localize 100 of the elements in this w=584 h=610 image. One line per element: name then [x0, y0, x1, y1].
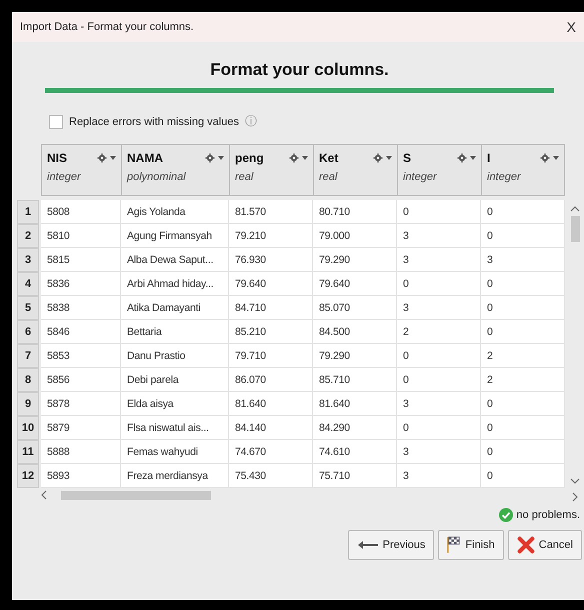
table-cell: 84.290	[313, 416, 397, 440]
scroll-up-icon[interactable]	[570, 206, 580, 212]
table-cell: 2	[481, 368, 565, 392]
table-cell: 75.430	[229, 464, 313, 488]
gear-icon[interactable]	[373, 153, 393, 163]
gear-icon[interactable]	[457, 153, 477, 163]
table-cell: 3	[397, 248, 481, 272]
table-cell: 3	[397, 440, 481, 464]
table-cell: 79.640	[229, 272, 313, 296]
finish-button[interactable]: Finish	[438, 530, 504, 560]
table-cell: 80.710	[313, 200, 397, 224]
scroll-right-icon[interactable]	[572, 492, 578, 502]
table-cell: 0	[481, 392, 565, 416]
table-cell: 79.640	[313, 272, 397, 296]
table-cell: 5838	[41, 296, 121, 320]
table-cell: 0	[481, 416, 565, 440]
checkbox[interactable]	[49, 114, 63, 128]
table-cell: 5836	[41, 272, 121, 296]
table-cell: Atika Damayanti	[121, 296, 229, 320]
table-cell: 0	[397, 200, 481, 224]
row-number: 6	[17, 320, 39, 344]
table-cell: 5878	[41, 392, 121, 416]
gear-icon[interactable]	[289, 153, 309, 163]
scroll-thumb[interactable]	[61, 490, 211, 500]
table-cell: 85.210	[229, 320, 313, 344]
table-cell: 81.570	[229, 200, 313, 224]
table-cell: 0	[481, 320, 565, 344]
table-cell: 0	[481, 272, 565, 296]
table-cell: 76.930	[229, 248, 313, 272]
table-cell: 85.070	[313, 296, 397, 320]
table-cell: 5808	[41, 200, 121, 224]
row-number: 9	[17, 392, 39, 416]
column-header[interactable]: NAMA polynominal	[121, 144, 229, 196]
cross-icon	[516, 536, 535, 554]
table-cell: 74.610	[313, 440, 397, 464]
table-cell: 79.000	[313, 224, 397, 248]
column-name: peng	[235, 151, 264, 165]
table-cell: 5853	[41, 344, 121, 368]
table-cell: 81.640	[313, 392, 397, 416]
table-cell: 0	[481, 440, 565, 464]
row-number: 11	[17, 440, 39, 464]
table-cell: Danu Prastio	[121, 344, 229, 368]
table-cell: 84.710	[229, 296, 313, 320]
table-cell: 2	[481, 344, 565, 368]
column-name: NIS	[47, 151, 68, 165]
row-number: 2	[17, 224, 39, 248]
table-cell: 5879	[41, 416, 121, 440]
table-cell: 5846	[41, 320, 121, 344]
table-cell: 0	[481, 296, 565, 320]
gear-icon[interactable]	[205, 153, 225, 163]
close-button[interactable]: X	[564, 19, 578, 35]
scroll-down-icon[interactable]	[570, 478, 580, 484]
column-type: integer	[487, 171, 522, 183]
row-number: 1	[17, 200, 39, 224]
scroll-left-icon[interactable]	[41, 490, 47, 500]
table-cell: Agung Firmansyah	[121, 224, 229, 248]
table-cell: Arbi Ahmad hiday...	[121, 272, 229, 296]
table-cell: 79.290	[313, 344, 397, 368]
table-cell: 5888	[41, 440, 121, 464]
column-type: integer	[403, 171, 438, 183]
table-cell: Elda aisya	[121, 392, 229, 416]
row-number: 12	[17, 464, 39, 488]
table-cell: 3	[397, 464, 481, 488]
row-number: 4	[17, 272, 39, 296]
table-cell: 3	[397, 296, 481, 320]
cancel-button[interactable]: Cancel	[508, 530, 582, 560]
column-header[interactable]: peng real	[229, 144, 313, 196]
previous-button[interactable]: Previous	[348, 530, 434, 560]
row-number: 10	[17, 416, 39, 440]
table-cell: 2	[397, 320, 481, 344]
table-cell: 79.290	[313, 248, 397, 272]
table-cell: Freza merdiansya	[121, 464, 229, 488]
table-cell: Femas wahyudi	[121, 440, 229, 464]
table-cell: Agis Yolanda	[121, 200, 229, 224]
row-number: 8	[17, 368, 39, 392]
window-title: Import Data - Format your columns.	[20, 21, 194, 33]
table-cell: 5810	[41, 224, 121, 248]
status-text: no problems.	[516, 509, 580, 521]
table-cell: 0	[397, 272, 481, 296]
row-number: 3	[17, 248, 39, 272]
gear-icon[interactable]	[97, 153, 117, 163]
table-cell: Alba Dewa Saput...	[121, 248, 229, 272]
table-cell: 75.710	[313, 464, 397, 488]
table-cell: 81.640	[229, 392, 313, 416]
table-cell: Debi parela	[121, 368, 229, 392]
checkbox-label: Replace errors with missing values	[69, 116, 239, 128]
check-icon	[499, 508, 514, 522]
table-cell: 5856	[41, 368, 121, 392]
row-number: 5	[17, 296, 39, 320]
column-header[interactable]: S integer	[397, 144, 481, 196]
column-header[interactable]: I integer	[481, 144, 565, 196]
column-header[interactable]: NIS integer	[41, 144, 121, 196]
column-name: S	[403, 151, 412, 165]
scroll-thumb[interactable]	[570, 216, 580, 242]
table-cell: Bettaria	[121, 320, 229, 344]
table-cell: 0	[397, 344, 481, 368]
gear-icon[interactable]	[540, 153, 560, 163]
table-cell: 84.140	[229, 416, 313, 440]
column-header[interactable]: Ket real	[313, 144, 397, 196]
table-cell: 0	[397, 416, 481, 440]
